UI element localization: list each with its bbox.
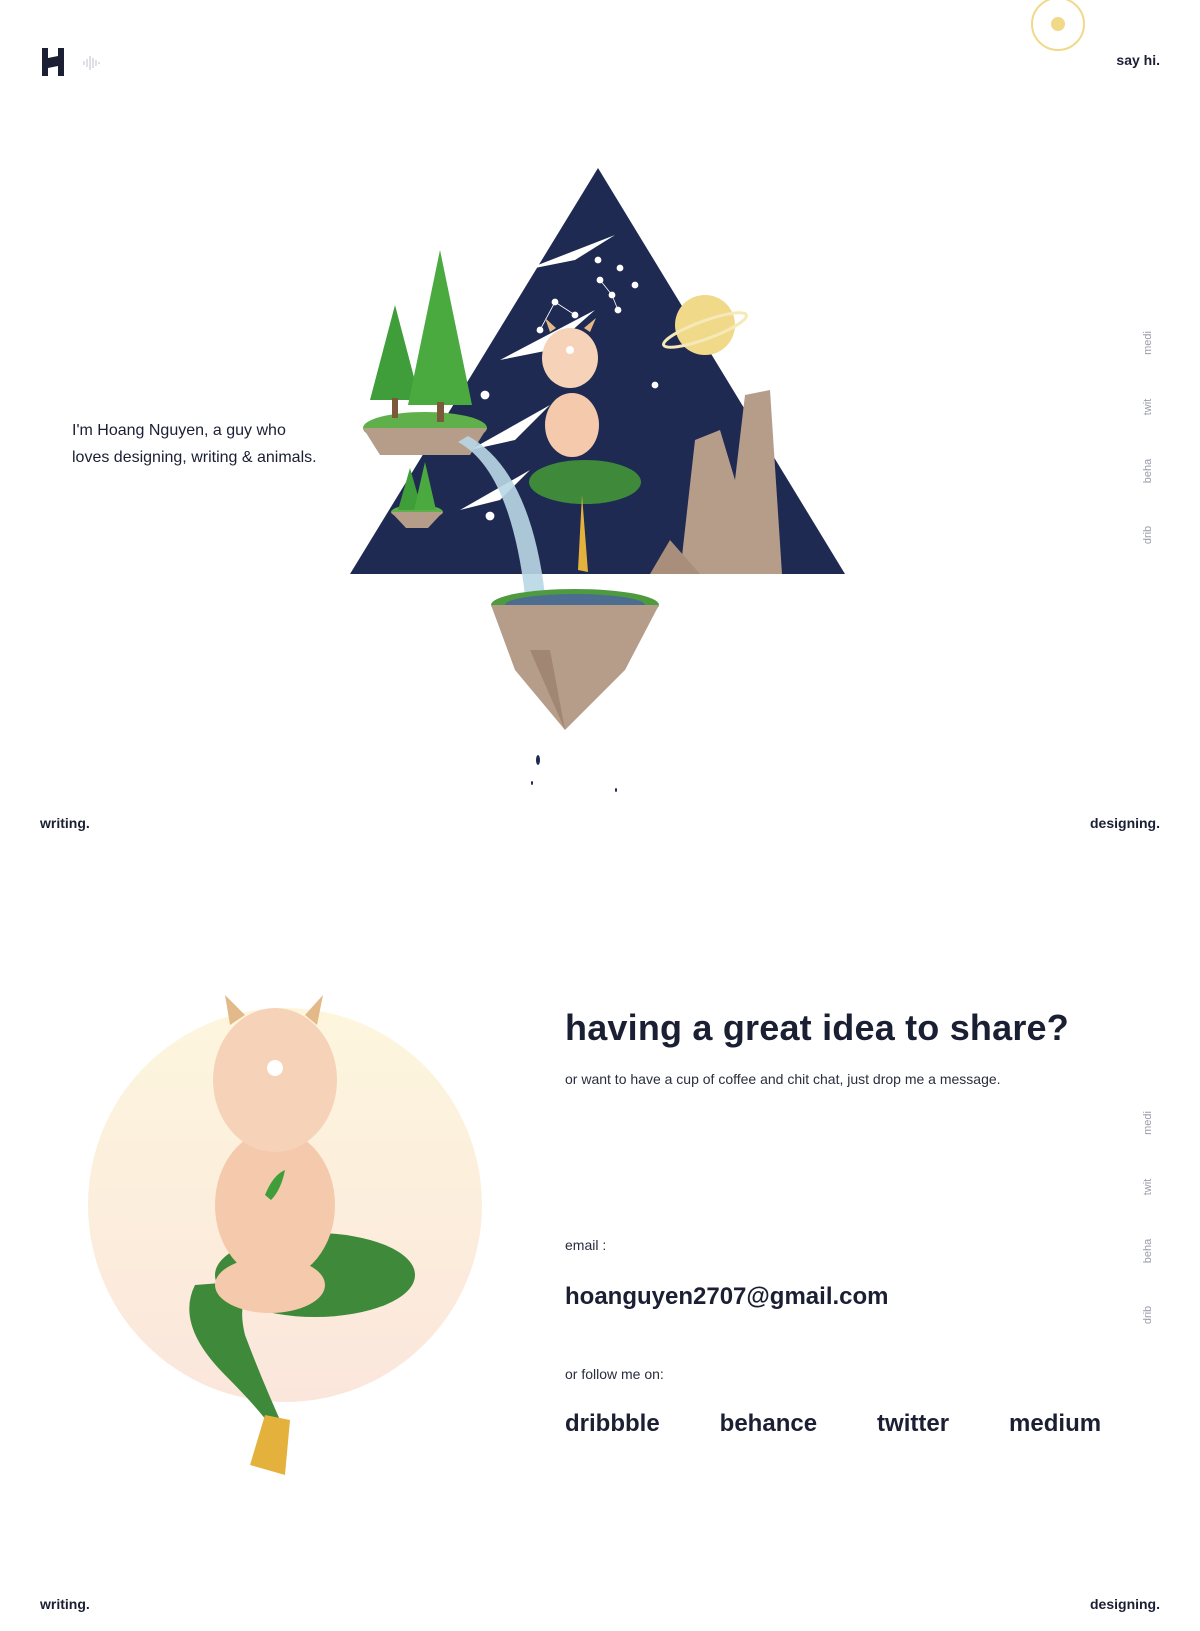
- rail-twitter-link[interactable]: twit: [1142, 1167, 1154, 1207]
- intro-line-1: I'm Hoang Nguyen, a guy who: [72, 422, 286, 439]
- intro-line-2: loves designing, writing & animals.: [72, 449, 317, 466]
- behance-link[interactable]: behance: [720, 1410, 817, 1438]
- say-hi-link[interactable]: say hi.: [1116, 52, 1160, 68]
- intro-text: I'm Hoang Nguyen, a guy who loves design…: [72, 417, 352, 471]
- contact-subline: or want to have a cup of coffee and chit…: [565, 1071, 1001, 1087]
- writing-link-bottom[interactable]: writing.: [40, 1596, 90, 1612]
- hero-illustration: [350, 168, 845, 792]
- medium-link[interactable]: medium: [1009, 1410, 1101, 1438]
- contact-headline: having a great idea to share?: [565, 1007, 1069, 1048]
- email-link[interactable]: hoanguyen2707@gmail.com: [565, 1283, 889, 1311]
- social-rail-top: medi twit beha drib: [1140, 325, 1156, 545]
- cursor-ring-icon: [1031, 0, 1085, 51]
- twitter-link[interactable]: twitter: [877, 1410, 949, 1438]
- follow-links: dribbble behance twitter medium: [565, 1410, 1101, 1438]
- rail-dribbble-link[interactable]: drib: [1142, 1295, 1154, 1335]
- rail-behance-link[interactable]: beha: [1142, 451, 1154, 491]
- creature-illustration: [88, 995, 482, 1475]
- sound-icon[interactable]: [82, 54, 102, 72]
- rail-medium-link[interactable]: medi: [1142, 1103, 1154, 1143]
- designing-link[interactable]: designing.: [1090, 815, 1160, 831]
- email-label: email :: [565, 1237, 607, 1253]
- rail-dribbble-link[interactable]: drib: [1142, 515, 1154, 555]
- follow-label: or follow me on:: [565, 1366, 664, 1382]
- logo-icon[interactable]: [40, 46, 66, 78]
- designing-link-bottom[interactable]: designing.: [1090, 1596, 1160, 1612]
- rail-behance-link[interactable]: beha: [1142, 1231, 1154, 1271]
- rail-twitter-link[interactable]: twit: [1142, 387, 1154, 427]
- writing-link[interactable]: writing.: [40, 815, 90, 831]
- rail-medium-link[interactable]: medi: [1142, 323, 1154, 363]
- social-rail-bottom: medi twit beha drib: [1140, 1105, 1156, 1325]
- dribbble-link[interactable]: dribbble: [565, 1410, 660, 1438]
